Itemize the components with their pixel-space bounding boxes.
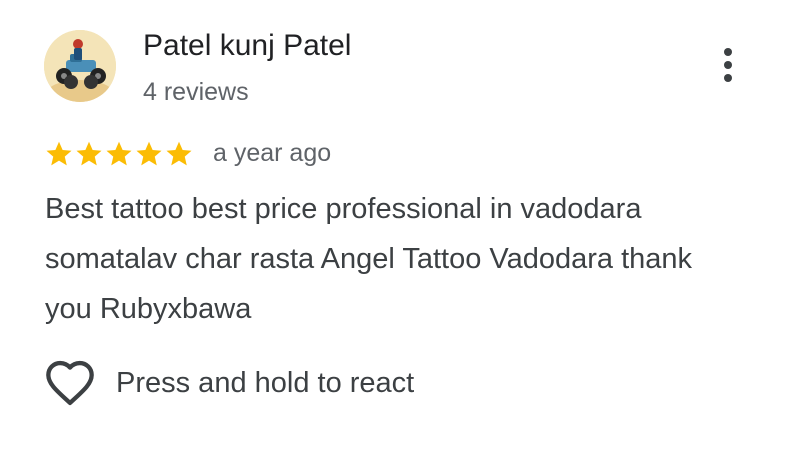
heart-outline-icon bbox=[46, 360, 94, 406]
reviewer-avatar[interactable] bbox=[44, 30, 116, 102]
star-icon bbox=[136, 141, 162, 166]
review-time: a year ago bbox=[213, 139, 332, 167]
react-button[interactable]: Press and hold to react bbox=[44, 357, 414, 409]
star-rating bbox=[44, 139, 194, 169]
review-text: Best tattoo best price professional in v… bbox=[45, 193, 693, 325]
react-label: Press and hold to react bbox=[116, 367, 415, 399]
more-vert-icon bbox=[724, 48, 732, 82]
star-icon bbox=[166, 141, 192, 166]
star-icon bbox=[76, 141, 102, 166]
star-icon bbox=[106, 141, 132, 166]
star-icon bbox=[46, 141, 72, 166]
more-options-button[interactable] bbox=[708, 44, 748, 90]
reviewer-review-count: 4 reviews bbox=[143, 78, 249, 106]
atv-quad-bike-avatar bbox=[44, 30, 116, 102]
reviewer-name[interactable]: Patel kunj Patel bbox=[143, 28, 351, 64]
